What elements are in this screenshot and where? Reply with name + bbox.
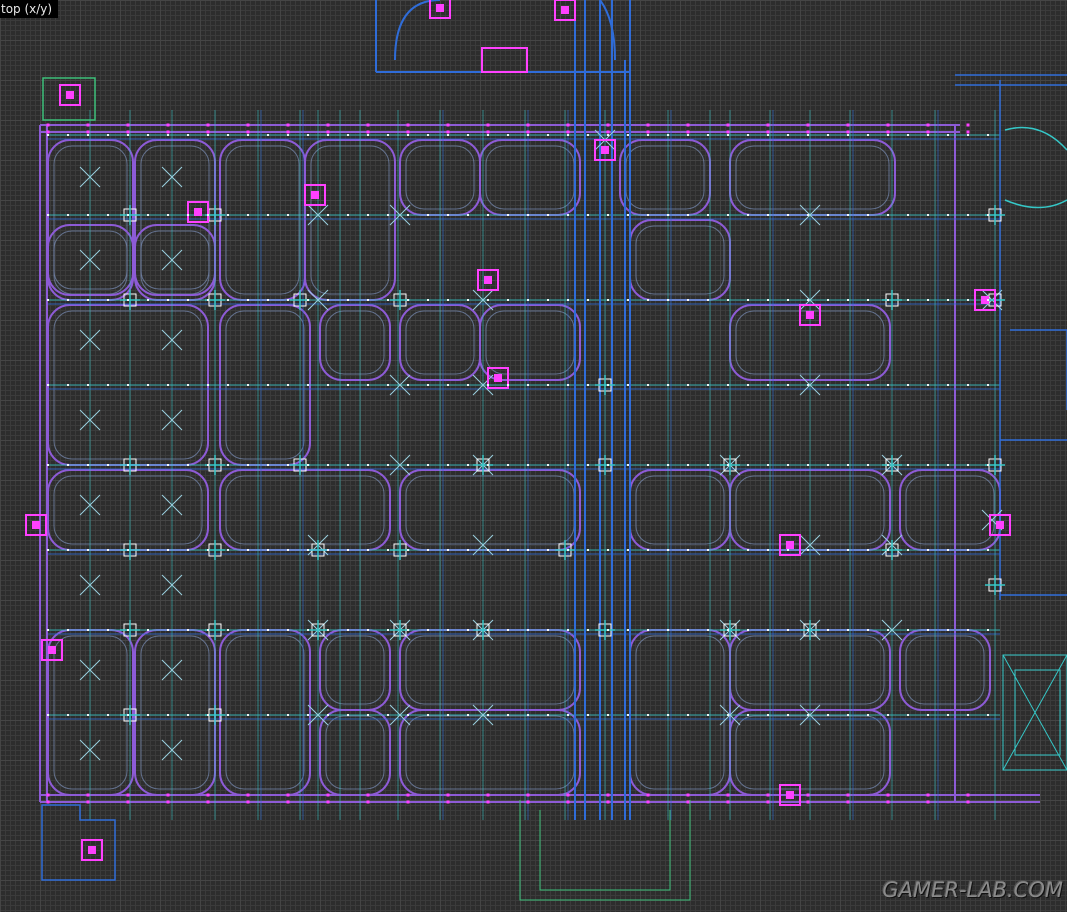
editor-2d-viewport[interactable]: top (x/y) GAMER-LAB.COM xyxy=(0,0,1067,912)
junction-cross xyxy=(555,540,575,560)
bottom-left-room xyxy=(41,804,116,881)
map-wireframe-canvas[interactable] xyxy=(0,0,1067,912)
grid-lines xyxy=(0,0,1067,912)
entity-core xyxy=(66,91,74,99)
junction-cross xyxy=(120,455,140,475)
entity-core xyxy=(194,208,202,216)
junction-cross xyxy=(120,540,140,560)
entity-core xyxy=(436,4,444,12)
junction-cross xyxy=(120,705,140,725)
entity-core xyxy=(88,846,96,854)
entity-core xyxy=(786,791,794,799)
entity-core xyxy=(601,146,609,154)
entity-core xyxy=(806,311,814,319)
entity-core xyxy=(561,6,569,14)
junction-cross xyxy=(120,290,140,310)
junction-cross xyxy=(985,575,1005,595)
junction-cross xyxy=(120,620,140,640)
junction-cross xyxy=(120,205,140,225)
entity-core xyxy=(311,191,319,199)
entity-core xyxy=(786,541,794,549)
entity-core xyxy=(484,276,492,284)
viewport-view-label[interactable]: top (x/y) xyxy=(0,0,59,18)
entity-core xyxy=(48,646,56,654)
entity-core xyxy=(996,521,1004,529)
entity-core xyxy=(494,374,502,382)
entity-core xyxy=(32,521,40,529)
